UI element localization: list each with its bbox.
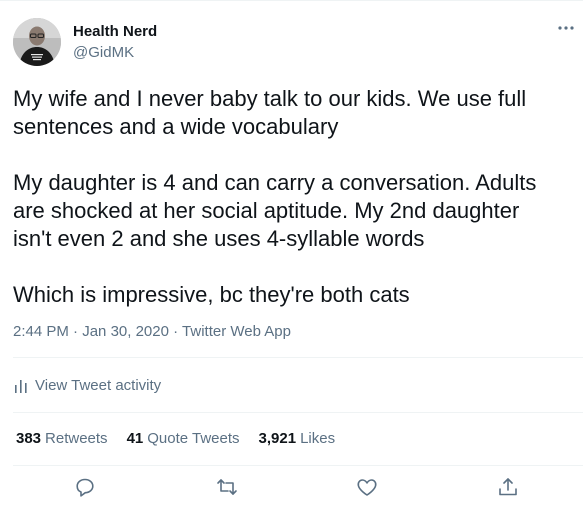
likes-label: Likes [300,430,336,447]
separator: · [73,323,79,340]
activity-label: View Tweet activity [35,377,162,394]
separator: · [173,323,179,340]
display-name[interactable]: Health Nerd [73,23,157,41]
more-options-icon[interactable] [555,19,577,37]
divider [13,412,583,413]
likes-count: 3,921 [258,430,297,447]
user-handle[interactable]: @GidMK [73,44,134,62]
likes-stat[interactable]: 3,921 Likes [259,429,336,449]
view-tweet-activity-link[interactable]: View Tweet activity [13,375,161,397]
retweet-icon[interactable] [215,475,239,499]
tweet-card: Health Nerd @GidMK My wife and I never b… [0,0,583,504]
quote-tweets-label: Quote Tweets [147,430,240,447]
tweet-paragraph: My daughter is 4 and can carry a convers… [13,170,537,251]
tweet-actions [0,471,583,505]
retweets-stat[interactable]: 383 Retweets [16,429,108,449]
share-icon[interactable] [496,475,520,499]
like-icon[interactable] [355,475,379,499]
tweet-time[interactable]: 2:44 PM [13,323,69,340]
tweet-text: My wife and I never baby talk to our kid… [13,85,573,309]
divider [13,357,583,358]
tweet-metadata: 2:44 PM · Jan 30, 2020 · Twitter Web App [13,322,291,342]
tweet-stats: 383 Retweets 41 Quote Tweets 3,921 Likes [16,429,354,449]
avatar[interactable] [13,18,61,66]
tweet-paragraph: Which is impressive, bc they're both cat… [13,282,410,307]
avatar-photo-icon [13,18,61,66]
quote-tweets-count: 41 [126,430,144,447]
quote-tweets-stat[interactable]: 41 Quote Tweets [127,429,240,449]
tweet-source[interactable]: Twitter Web App [182,323,291,340]
retweets-count: 383 [16,430,42,447]
reply-icon[interactable] [73,475,97,499]
tweet-paragraph: My wife and I never baby talk to our kid… [13,86,527,139]
tweet-date[interactable]: Jan 30, 2020 [82,323,169,340]
divider [13,465,583,466]
bar-chart-icon [15,380,27,393]
retweets-label: Retweets [45,430,108,447]
